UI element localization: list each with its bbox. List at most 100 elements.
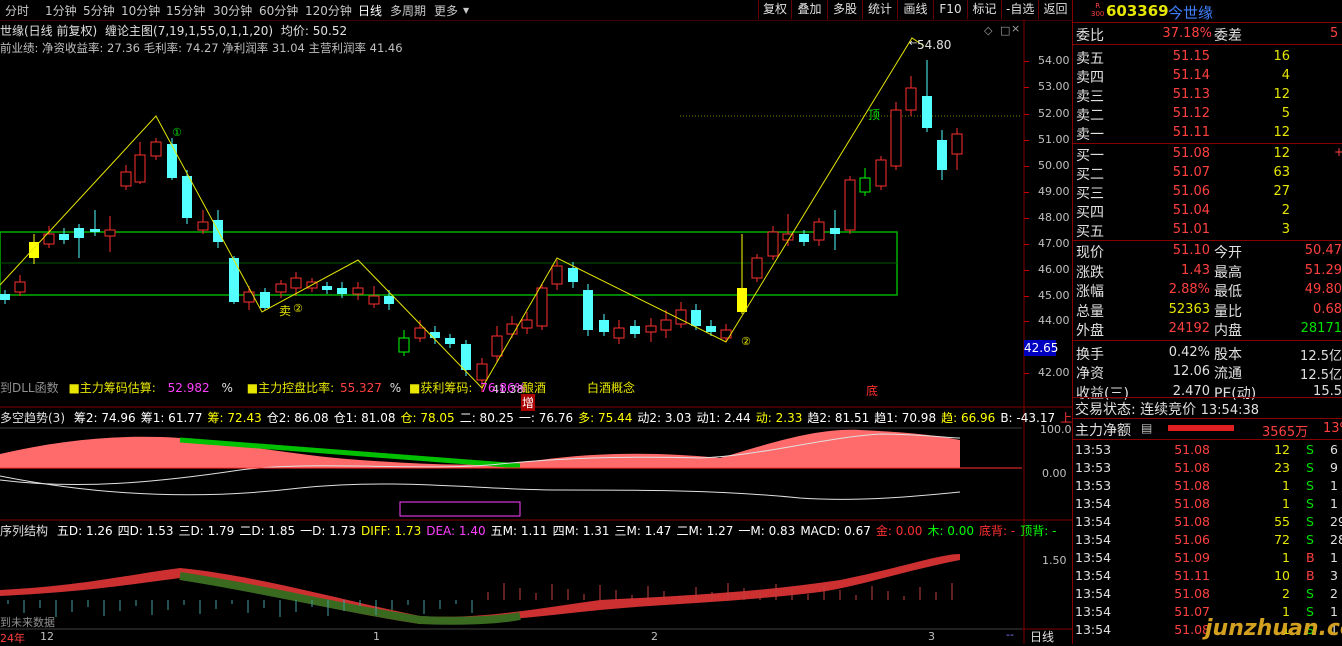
quote-label: 股本 [1214,346,1242,363]
period-tab-6[interactable]: 60分钟 [259,2,298,19]
toolbar-button-1[interactable]: 叠加 [791,0,827,19]
close-icon[interactable]: × [1011,22,1020,35]
toolbar-button-4[interactable]: 画线 [897,0,933,19]
buy-level-price[interactable]: 51.01 [1160,222,1210,237]
tick-extra: 3 [1330,568,1338,583]
sequence-green [179,572,521,625]
tick-side: S [1306,460,1314,475]
toolbar-button-6[interactable]: 标记 [967,0,1001,19]
divider [1072,418,1342,419]
quote-label: 外盘 [1076,323,1104,339]
buy-level-price[interactable]: 51.08 [1160,146,1210,161]
trend-value-5: 仓: 78.05 [400,411,455,425]
period-tab-2[interactable]: 5分钟 [83,2,115,19]
tick-time: 13:53 [1075,460,1112,475]
price-axis-label: 46.00 [1038,263,1070,276]
divider [1072,44,1342,45]
period-tab-4[interactable]: 15分钟 [166,2,205,19]
control-ratio-value: 55.327 [339,381,382,395]
sequence-title[interactable]: 序列结构 [0,524,48,538]
period-tab-3[interactable]: 10分钟 [121,2,160,19]
trend-title[interactable]: 多空趋势(3) [0,411,65,425]
sell-level-price[interactable]: 51.15 [1160,49,1210,64]
trend-value-11: 动: 2.33 [755,411,803,425]
sell-level-price[interactable]: 51.13 [1160,87,1210,102]
candle-body [568,268,578,282]
sequence-value-2: 三D: 1.79 [178,524,235,538]
quote-label: 涨跌 [1076,264,1104,281]
net-flow-pct: 13% [1323,421,1342,436]
candle-body [384,296,394,304]
trading-status: 交易状态: 连续竞价 13:54:38 [1075,399,1259,419]
tick-time: 13:54 [1075,586,1112,601]
period-indicator[interactable]: 日线 [1030,628,1054,645]
chip-info-row: 到DLL函数 ■主力筹码估算: 52.982 % ■主力控盘比率: 55.327… [0,379,526,396]
period-tab-8[interactable]: 日线 [358,2,382,19]
tick-side: B [1306,568,1315,583]
toolbar-button-2[interactable]: 多股 [827,0,862,19]
peak-arrow-icon: ← [909,38,918,49]
candle-body [59,234,69,240]
candle-body [583,290,593,330]
buy-level-price[interactable]: 51.07 [1160,165,1210,180]
tick-price: 51.06 [1174,532,1210,547]
date-3: 3 [928,630,935,643]
sell-level-price[interactable]: 51.11 [1160,125,1210,140]
quote-value: 24192 [1168,321,1210,336]
sell-level-vol: 5 [1281,106,1290,121]
date-12: 12 [40,630,54,643]
stock-code[interactable]: 603369 [1106,2,1169,20]
tick-vol: 2 [1282,586,1290,601]
buy-level-price[interactable]: 51.04 [1160,203,1210,218]
stock-name[interactable]: 今世缘 [1168,2,1213,23]
tag-baijiu[interactable]: 白酒概念 [587,379,635,396]
period-tab-7[interactable]: 120分钟 [305,2,352,19]
toolbar-button-0[interactable]: 复权 [758,0,791,19]
tick-price: 51.08 [1174,586,1210,601]
scroll-dash-icon[interactable]: -- [1006,628,1014,641]
sell-level-price[interactable]: 51.14 [1160,68,1210,83]
candle-body [706,326,716,332]
tick-time: 13:53 [1075,442,1112,457]
period-tab-1[interactable]: 1分钟 [45,2,77,19]
diamond-icon[interactable]: ◇ [984,24,992,37]
ding-label: 顶 [868,108,881,122]
square-small-icon[interactable]: □ [1000,24,1010,37]
indicator-name[interactable]: 缠论主图(7,19,1,55,0,1,1,20) [105,24,273,38]
period-tab-10[interactable]: 更多 [434,2,458,19]
period-tab-0[interactable]: 分时 [5,2,29,19]
tick-vol: 23 [1274,460,1290,475]
tick-vol: 10 [1274,568,1290,583]
tick-time: 13:54 [1075,604,1112,619]
period-tab-9[interactable]: 多周期 [390,2,426,19]
toolbar-button-3[interactable]: 统计 [862,0,897,19]
quote-value: 12.5亿 [1300,348,1342,364]
sell-level-vol: 4 [1281,68,1290,83]
buy-level-price[interactable]: 51.06 [1160,184,1210,199]
price-axis-label: 47.00 [1038,237,1070,250]
tick-time: 13:54 [1075,568,1112,583]
kline-chart[interactable] [0,20,1072,644]
price-axis-label: 42.00 [1038,366,1070,379]
date-1: 1 [373,630,380,643]
menu-icon[interactable]: ▤ [1141,421,1152,435]
sell-level-label: 卖五 [1076,51,1104,67]
candle-body [0,294,10,300]
toolbar-button-8[interactable]: 返回 [1038,0,1072,19]
sell-level-label: 卖二 [1076,108,1104,124]
tick-vol: 72 [1274,532,1290,547]
more-dropdown-icon[interactable]: ▼ [463,6,469,15]
price-axis-label: 45.00 [1038,289,1070,302]
period-tab-5[interactable]: 30分钟 [213,2,252,19]
toolbar-button-7[interactable]: -自选 [1001,0,1038,19]
market-badge: R 300 [1091,2,1105,18]
tick-side: S [1306,514,1314,529]
net-flow-label: 主力净额 [1075,423,1131,439]
white-line-2 [0,475,961,500]
sell-level-price[interactable]: 51.12 [1160,106,1210,121]
toolbar-button-5[interactable]: F10 [933,0,967,19]
buy-level-vol: 3 [1281,222,1290,237]
sequence-value-15: 底背: - [979,524,1016,538]
profit-chip-value: 76.86% [480,381,526,395]
tick-side: B [1306,550,1315,565]
